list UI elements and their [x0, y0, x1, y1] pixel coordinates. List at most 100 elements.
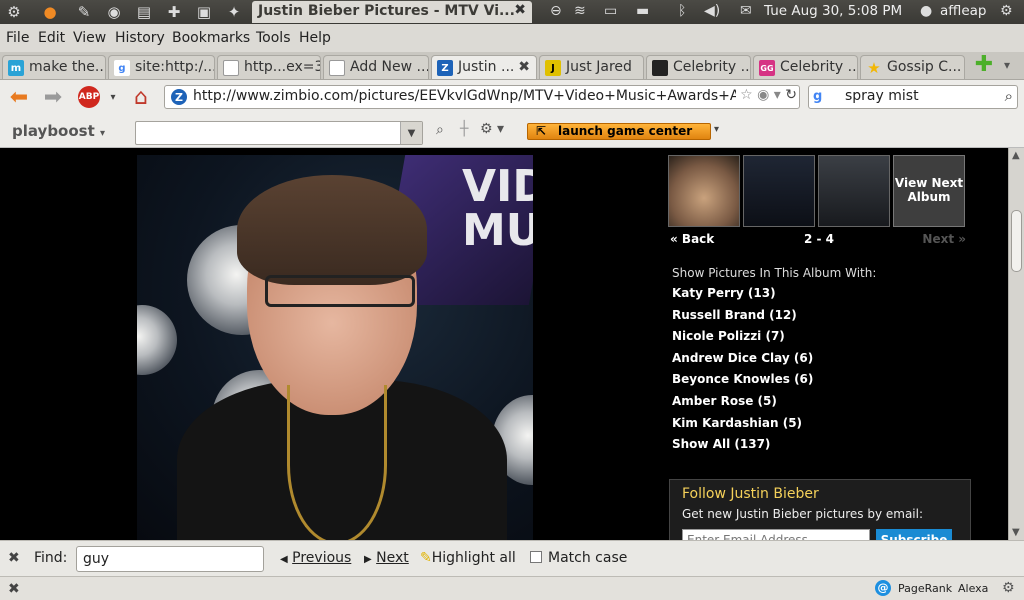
show-all-link[interactable]: Show All (137) [672, 437, 813, 459]
session-gear-icon[interactable]: ⚙ [1000, 3, 1013, 19]
user-name[interactable]: affleap [940, 3, 986, 19]
person-link[interactable]: Andrew Dice Clay (6) [672, 351, 813, 373]
home-icon[interactable]: ⌂ [128, 85, 154, 110]
menu-history[interactable]: History [115, 30, 165, 46]
text-editor-icon[interactable]: ✎ [70, 0, 98, 24]
photos-icon[interactable]: ▣ [190, 0, 218, 24]
person-link[interactable]: Kim Kardashian (5) [672, 416, 813, 438]
album-thumbnail[interactable] [743, 155, 815, 227]
puzzle-icon[interactable]: ✚ [160, 0, 188, 24]
view-next-album-button[interactable]: View Next Album [893, 155, 965, 227]
user-status-icon[interactable]: ● [920, 3, 932, 19]
subscribe-button[interactable]: Subscribe [876, 529, 952, 540]
album-thumbnail[interactable] [668, 155, 740, 227]
launch-game-center-button[interactable]: ⇱ launch game center [527, 123, 711, 140]
disk-icon[interactable]: ◉ [100, 0, 128, 24]
game-center-dropdown-icon[interactable]: ▾ [714, 124, 719, 135]
search-box[interactable]: g spray mist ⌕ [808, 85, 1018, 109]
tab-label: Justin ... [458, 59, 515, 75]
playboost-menu-icon[interactable]: ▾ [100, 128, 105, 139]
playboost-dropdown-icon[interactable]: ▼ [400, 122, 422, 144]
tab-close-icon[interactable]: ✖ [518, 59, 530, 75]
scroll-down-arrow-icon[interactable]: ▼ [1012, 527, 1020, 538]
menu-help[interactable]: Help [299, 30, 331, 46]
playboost-logo[interactable]: playboost ▾ [12, 122, 105, 140]
person-link[interactable]: Beyonce Knowles (6) [672, 372, 813, 394]
highlight-all-button[interactable]: ✎Highlight all [420, 550, 516, 566]
menu-view[interactable]: View [73, 30, 106, 46]
match-case-label: Match case [548, 550, 628, 566]
tab-http[interactable]: http...ex=3 [217, 55, 321, 79]
clock[interactable]: Tue Aug 30, 5:08 PM [764, 3, 902, 19]
menu-edit[interactable]: Edit [38, 30, 65, 46]
window-icon[interactable]: ▭ [604, 3, 617, 19]
firefox-icon[interactable]: ● [36, 0, 64, 24]
page-content: VID MU View Next Album « Back 2 - 4 Next… [0, 148, 1008, 540]
reload-icon[interactable]: ↻ [785, 87, 797, 103]
tab-celebrity-2[interactable]: GG Celebrity ... [753, 55, 858, 79]
adblock-dropdown-icon[interactable]: ▾ [100, 85, 126, 109]
playboost-search-input[interactable]: ▼ [135, 121, 423, 145]
archive-icon[interactable]: ▤ [130, 0, 158, 24]
forward-arrow-icon[interactable]: ➡ [40, 85, 66, 110]
alexa-label[interactable]: Alexa [958, 582, 988, 595]
tab-gossip[interactable]: ★ Gossip C... [860, 55, 965, 79]
battery-icon[interactable]: ▬ [636, 3, 649, 19]
scroll-up-arrow-icon[interactable]: ▲ [1012, 150, 1020, 161]
at-sign-icon[interactable]: @ [875, 580, 891, 596]
window-title-tab[interactable]: Justin Bieber Pictures - MTV Vi... ✖ [252, 1, 532, 23]
menu-file[interactable]: File [6, 30, 29, 46]
find-next-button[interactable]: ▶ Next [364, 550, 409, 566]
scrollbar-thumb[interactable] [1011, 210, 1022, 272]
menu-bookmarks[interactable]: Bookmarks [172, 30, 250, 46]
bookmark-star-icon[interactable]: ☆ [740, 87, 753, 103]
wifi-icon[interactable]: ≋ [574, 3, 586, 19]
main-photo[interactable]: VID MU [137, 155, 533, 540]
back-arrow-icon[interactable]: ⬅ [6, 85, 32, 110]
match-case-checkbox[interactable]: Match case [530, 550, 627, 566]
status-gear-icon[interactable]: ⚙ [1002, 580, 1015, 596]
tab-list-chevron-icon[interactable]: ▾ [1004, 58, 1010, 72]
power-icon[interactable]: ⊖ [550, 3, 562, 19]
tab-justin-active[interactable]: Z Justin ... ✖ [431, 55, 537, 79]
person-link[interactable]: Nicole Polizzi (7) [672, 329, 813, 351]
search-engine-icon[interactable]: g [813, 89, 822, 104]
new-tab-plus-icon[interactable]: ✚ [972, 54, 996, 77]
menu-tools[interactable]: Tools [256, 30, 291, 46]
mail-icon[interactable]: ✉ [740, 3, 752, 19]
reader-icon[interactable]: ◉ [757, 87, 769, 103]
person-link[interactable]: Amber Rose (5) [672, 394, 813, 416]
tab-celebrity-1[interactable]: Celebrity ... [646, 55, 751, 79]
site-identity-icon[interactable]: Z [171, 89, 187, 105]
ubuntu-menu-icon[interactable]: ⚙ [0, 0, 28, 24]
search-value: spray mist [845, 88, 919, 104]
adblock-icon[interactable]: ABP [78, 86, 100, 108]
close-window-icon[interactable]: ✖ [514, 2, 526, 18]
back-link[interactable]: « Back [670, 232, 714, 246]
close-find-bar-icon[interactable]: ✖ [8, 550, 20, 566]
search-magnifier-icon[interactable]: ⌕ [1005, 87, 1013, 105]
album-thumbnail[interactable] [818, 155, 890, 227]
close-status-icon[interactable]: ✖ [8, 581, 20, 597]
bluetooth-icon[interactable]: ᛒ [678, 3, 686, 19]
email-field[interactable]: Enter Email Address [682, 529, 870, 540]
pagerank-label[interactable]: PageRank [898, 582, 952, 595]
person-glasses [265, 275, 415, 307]
apps-icon[interactable]: ✦ [220, 0, 248, 24]
tab-just-jared[interactable]: J Just Jared [539, 55, 644, 79]
follow-title: Follow Justin Bieber [682, 486, 819, 502]
volume-icon[interactable]: ◀) [704, 3, 720, 19]
person-link[interactable]: Katy Perry (13) [672, 286, 813, 308]
history-dropdown-icon[interactable]: ▾ [774, 87, 781, 103]
find-input[interactable]: guy [76, 546, 264, 572]
playboost-search-icon[interactable]: ⌕ [436, 122, 444, 138]
playboost-settings-icon[interactable]: ⚙ ▾ [480, 121, 504, 137]
vertical-scrollbar[interactable]: ▲ ▼ [1008, 148, 1024, 540]
next-link[interactable]: Next » [922, 232, 966, 246]
tab-site-search[interactable]: g site:http:/... [108, 55, 215, 79]
tab-add-new[interactable]: Add New ... [323, 55, 429, 79]
url-bar[interactable]: Z http://www.zimbio.com/pictures/EEVkvlG… [164, 85, 800, 109]
person-link[interactable]: Russell Brand (12) [672, 308, 813, 330]
find-previous-button[interactable]: ◀ Previous [280, 550, 351, 566]
tab-make-the[interactable]: m make the... [2, 55, 106, 79]
